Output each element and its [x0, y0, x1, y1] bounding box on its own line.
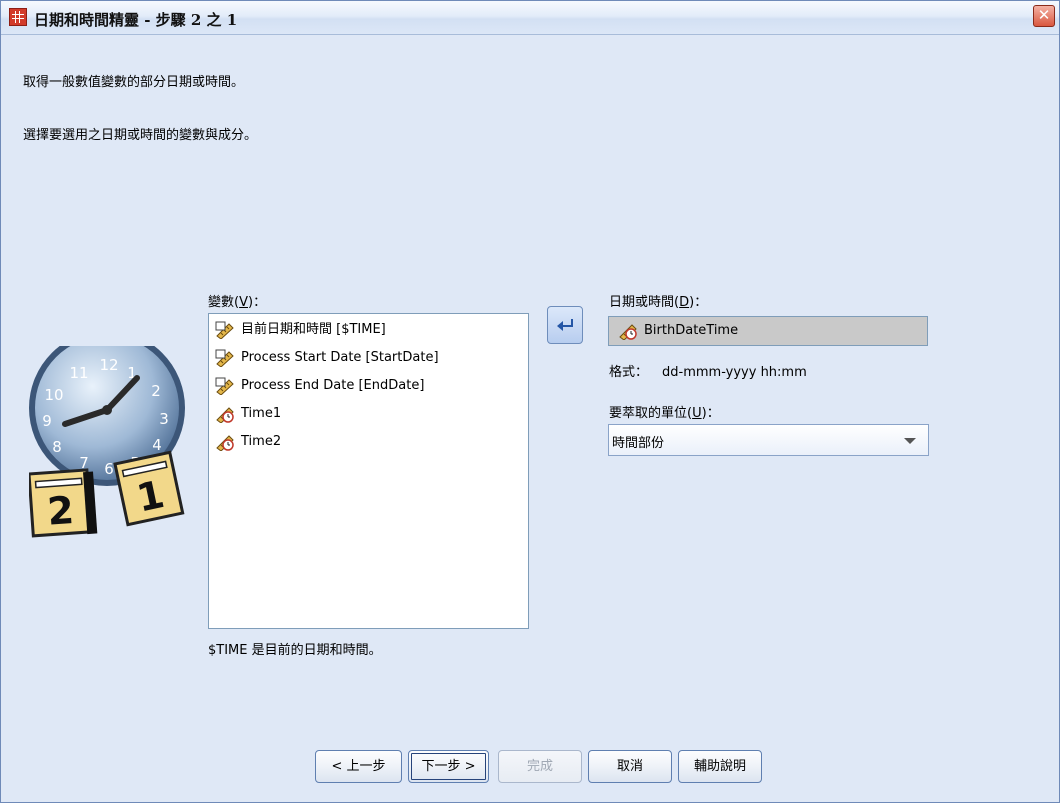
ruler-date-icon: [215, 349, 234, 367]
ruler-date-icon: [215, 321, 234, 339]
variables-listbox[interactable]: 目前日期和時間 [$TIME] Process Start Date [Star…: [208, 313, 529, 629]
svg-text:4: 4: [152, 436, 162, 454]
svg-text:8: 8: [52, 438, 62, 456]
ruler-time-icon: [619, 324, 637, 340]
cancel-button[interactable]: 取消: [588, 750, 672, 783]
svg-text:2: 2: [151, 382, 161, 400]
svg-text:11: 11: [69, 364, 88, 382]
format-label: 格式：: [609, 365, 649, 380]
format-row: 格式： dd-mmm-yyyy hh:mm: [609, 361, 807, 380]
format-value: dd-mmm-yyyy hh:mm: [662, 365, 807, 380]
svg-text:9: 9: [42, 412, 52, 430]
date-time-label: 日期或時間(D)：: [609, 295, 708, 310]
list-item[interactable]: Time1: [215, 403, 281, 425]
clock-calendar-icon: 12 11 1 10 2 9 3 8 4 7 6 5 2 1: [29, 346, 185, 538]
close-button[interactable]: ✕: [1033, 5, 1055, 27]
instruction-line-2: 選擇要選用之日期或時間的變數與成分。: [23, 128, 258, 143]
unit-dropdown[interactable]: 時間部份: [608, 424, 929, 456]
svg-text:6: 6: [104, 460, 114, 478]
unit-selected-value: 時間部份: [612, 436, 665, 451]
chevron-down-icon: [904, 438, 916, 444]
move-variable-button[interactable]: [547, 306, 583, 344]
next-button[interactable]: 下一步 >: [408, 750, 489, 783]
list-item[interactable]: Process Start Date [StartDate]: [215, 347, 439, 369]
help-button[interactable]: 輔助說明: [678, 750, 762, 783]
list-item[interactable]: Process End Date [EndDate]: [215, 375, 424, 397]
list-item[interactable]: 目前日期和時間 [$TIME]: [215, 319, 386, 341]
svg-text:2: 2: [46, 488, 75, 534]
title-bar[interactable]: 日期和時間精靈 - 步驟 2 之 1 ✕: [1, 1, 1059, 35]
date-time-target-field[interactable]: BirthDateTime: [608, 316, 928, 346]
ruler-date-icon: [215, 377, 234, 395]
svg-text:3: 3: [159, 410, 169, 428]
instruction-line-1: 取得一般數值變數的部分日期或時間。: [23, 75, 245, 90]
svg-text:10: 10: [44, 386, 63, 404]
list-item[interactable]: Time2: [215, 431, 281, 453]
finish-button: 完成: [498, 750, 582, 783]
date-time-wizard-dialog: 日期和時間精靈 - 步驟 2 之 1 ✕ 取得一般數值變數的部分日期或時間。 選…: [0, 0, 1060, 803]
svg-text:12: 12: [99, 356, 118, 374]
window-title: 日期和時間精靈 - 步驟 2 之 1: [34, 11, 238, 29]
target-variable-name: BirthDateTime: [644, 323, 739, 338]
arrow-left-icon: [557, 319, 573, 331]
back-button[interactable]: < 上一步: [315, 750, 402, 783]
ruler-time-icon: [216, 435, 234, 451]
spreadsheet-app-icon: [9, 8, 27, 26]
ruler-time-icon: [216, 407, 234, 423]
time-variable-note: $TIME 是目前的日期和時間。: [208, 643, 382, 658]
unit-label: 要萃取的單位(U)：: [609, 406, 720, 421]
variables-label: 變數(V)：: [208, 295, 267, 310]
